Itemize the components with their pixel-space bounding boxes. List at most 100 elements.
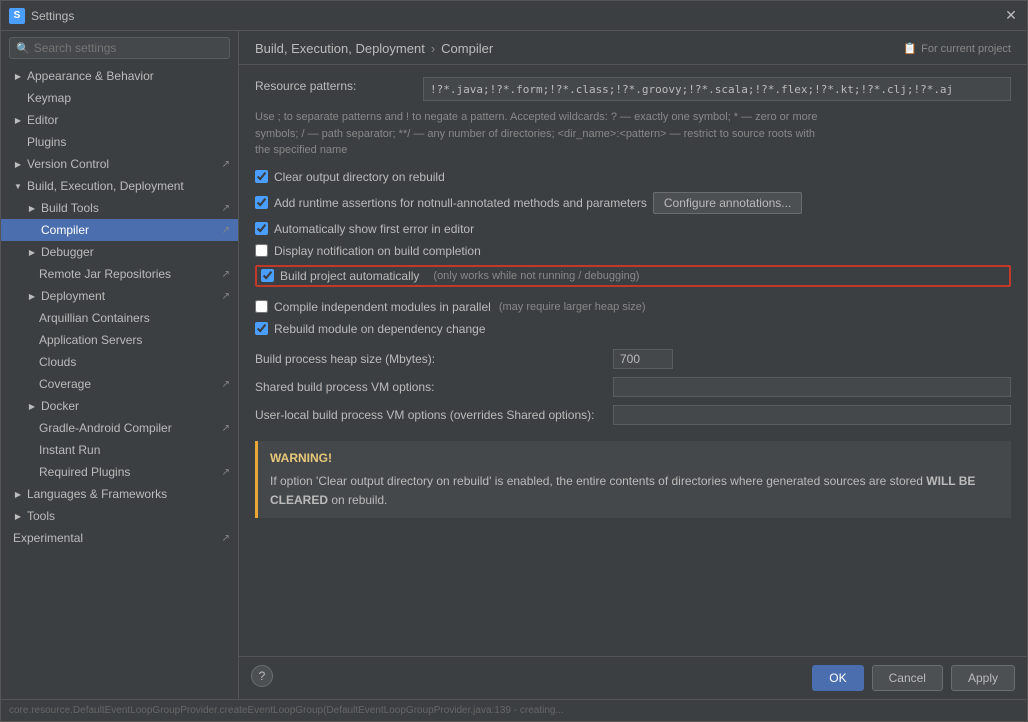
build-project-automatically-label: Build project automatically <box>280 269 419 283</box>
sidebar-item-required-plugins[interactable]: Required Plugins ↗ <box>1 461 238 483</box>
sidebar-item-instant-run[interactable]: Instant Run <box>1 439 238 461</box>
expand-arrow-icon: ▶ <box>13 159 23 169</box>
for-current-project-label: For current project <box>921 43 1011 55</box>
settings-window: S Settings ✕ 🔍 ▶ Appearance & Behavior K… <box>0 0 1028 722</box>
sidebar-item-deployment[interactable]: ▶ Deployment ↗ <box>1 285 238 307</box>
status-bar: core.resource.DefaultEventLoopGroupProvi… <box>1 699 1027 721</box>
sidebar-item-label: Languages & Frameworks <box>27 487 167 501</box>
expand-arrow-icon: ▶ <box>13 115 23 125</box>
warning-box: WARNING! If option 'Clear output directo… <box>255 441 1011 519</box>
cancel-button[interactable]: Cancel <box>872 665 943 691</box>
display-notification-label: Display notification on build completion <box>274 244 481 258</box>
warning-text-before: If option 'Clear output directory on reb… <box>270 474 926 488</box>
export-icon: ↗ <box>222 269 230 280</box>
resource-patterns-label: Resource patterns: <box>255 77 415 93</box>
sidebar-item-label: Tools <box>27 509 55 523</box>
sidebar-item-label: Deployment <box>41 289 105 303</box>
sidebar-item-label: Debugger <box>41 245 94 259</box>
sidebar-item-label: Keymap <box>27 91 71 105</box>
ok-button[interactable]: OK <box>812 665 863 691</box>
resource-patterns-help: Use ; to separate patterns and ! to nega… <box>255 109 1011 159</box>
build-project-automatically-checkbox[interactable] <box>261 269 274 282</box>
compile-independent-note: (may require larger heap size) <box>499 301 646 313</box>
compile-independent-checkbox-row: Compile independent modules in parallel <box>255 299 491 315</box>
display-notification-row: Display notification on build completion <box>255 243 1011 259</box>
sidebar-item-remote-jar-repositories[interactable]: Remote Jar Repositories ↗ <box>1 263 238 285</box>
sidebar-item-label: Build Tools <box>41 201 99 215</box>
titlebar: S Settings ✕ <box>1 1 1027 31</box>
expand-arrow-icon: ▶ <box>13 511 23 521</box>
sidebar-item-plugins[interactable]: Plugins <box>1 131 238 153</box>
search-input[interactable] <box>34 41 223 55</box>
heap-size-input[interactable] <box>613 349 673 369</box>
warning-text-after: on rebuild. <box>328 493 387 507</box>
sidebar-item-version-control[interactable]: ▶ Version Control ↗ <box>1 153 238 175</box>
sidebar-item-keymap[interactable]: Keymap <box>1 87 238 109</box>
breadcrumb-current: Compiler <box>441 41 493 56</box>
search-icon: 🔍 <box>16 42 30 55</box>
sidebar-item-label: Editor <box>27 113 58 127</box>
configure-annotations-button[interactable]: Configure annotations... <box>653 192 802 214</box>
sidebar-item-docker[interactable]: ▶ Docker <box>1 395 238 417</box>
rebuild-module-checkbox[interactable] <box>255 322 268 335</box>
sidebar-item-languages-frameworks[interactable]: ▶ Languages & Frameworks <box>1 483 238 505</box>
sidebar-item-compiler[interactable]: ▶ Compiler ↗ <box>1 219 238 241</box>
export-icon: ↗ <box>222 225 230 236</box>
resource-patterns-input[interactable] <box>423 77 1011 101</box>
add-runtime-assertions-row: Add runtime assertions for notnull-annot… <box>255 191 1011 215</box>
heap-size-label: Build process heap size (Mbytes): <box>255 352 605 366</box>
sidebar-item-experimental[interactable]: Experimental ↗ <box>1 527 238 549</box>
right-panel: Build, Execution, Deployment › Compiler … <box>239 31 1027 699</box>
sidebar-item-gradle-android-compiler[interactable]: Gradle-Android Compiler ↗ <box>1 417 238 439</box>
rebuild-module-row: Rebuild module on dependency change <box>255 321 1011 337</box>
user-local-vm-row: User-local build process VM options (ove… <box>255 405 1011 425</box>
panel-body: Resource patterns: Use ; to separate pat… <box>239 65 1027 656</box>
display-notification-checkbox[interactable] <box>255 244 268 257</box>
sidebar-item-tools[interactable]: ▶ Tools <box>1 505 238 527</box>
resource-patterns-row: Resource patterns: <box>255 77 1011 101</box>
sidebar-item-debugger[interactable]: ▶ Debugger <box>1 241 238 263</box>
help-button[interactable]: ? <box>251 665 273 687</box>
add-runtime-assertions-checkbox[interactable] <box>255 196 268 209</box>
export-icon: ↗ <box>222 379 230 390</box>
apply-button[interactable]: Apply <box>951 665 1015 691</box>
compile-independent-checkbox[interactable] <box>255 300 268 313</box>
clear-output-checkbox[interactable] <box>255 170 268 183</box>
warning-text: If option 'Clear output directory on reb… <box>270 472 999 510</box>
build-project-automatically-row: Build project automatically (only works … <box>255 265 1011 287</box>
sidebar-item-label: Plugins <box>27 135 66 149</box>
sidebar-item-appearance-behavior[interactable]: ▶ Appearance & Behavior <box>1 65 238 87</box>
export-icon: ↗ <box>222 423 230 434</box>
expand-arrow-icon: ▶ <box>27 203 37 213</box>
sidebar-item-application-servers[interactable]: Application Servers <box>1 329 238 351</box>
sidebar-item-arquillian-containers[interactable]: Arquillian Containers <box>1 307 238 329</box>
sidebar-item-build-execution-deployment[interactable]: ▼ Build, Execution, Deployment <box>1 175 238 197</box>
user-local-vm-input[interactable] <box>613 405 1011 425</box>
export-icon: ↗ <box>222 291 230 302</box>
for-current-project: 📋 For current project <box>903 42 1011 55</box>
show-first-error-row: Automatically show first error in editor <box>255 221 1011 237</box>
sidebar-item-label: Build, Execution, Deployment <box>27 179 184 193</box>
expand-arrow-icon: ▼ <box>13 181 23 191</box>
window-title: Settings <box>31 9 1003 23</box>
sidebar-item-coverage[interactable]: Coverage ↗ <box>1 373 238 395</box>
panel-header: Build, Execution, Deployment › Compiler … <box>239 31 1027 65</box>
show-first-error-checkbox[interactable] <box>255 222 268 235</box>
sidebar-item-label: Required Plugins <box>39 465 130 479</box>
status-text: core.resource.DefaultEventLoopGroupProvi… <box>9 705 564 716</box>
sidebar-item-clouds[interactable]: Clouds <box>1 351 238 373</box>
sidebar-item-build-tools[interactable]: ▶ Build Tools ↗ <box>1 197 238 219</box>
shared-vm-row: Shared build process VM options: <box>255 377 1011 397</box>
sidebar-item-editor[interactable]: ▶ Editor <box>1 109 238 131</box>
sidebar-item-label: Remote Jar Repositories <box>39 267 171 281</box>
breadcrumb-parent: Build, Execution, Deployment <box>255 41 425 56</box>
close-button[interactable]: ✕ <box>1003 8 1019 24</box>
shared-vm-label: Shared build process VM options: <box>255 380 605 394</box>
panel-footer: ? OK Cancel Apply <box>239 656 1027 699</box>
warning-title: WARNING! <box>270 449 999 468</box>
sidebar-item-label: Coverage <box>39 377 91 391</box>
sidebar-item-label: Docker <box>41 399 79 413</box>
search-box[interactable]: 🔍 <box>9 37 230 59</box>
shared-vm-input[interactable] <box>613 377 1011 397</box>
expand-arrow-icon: ▶ <box>27 247 37 257</box>
